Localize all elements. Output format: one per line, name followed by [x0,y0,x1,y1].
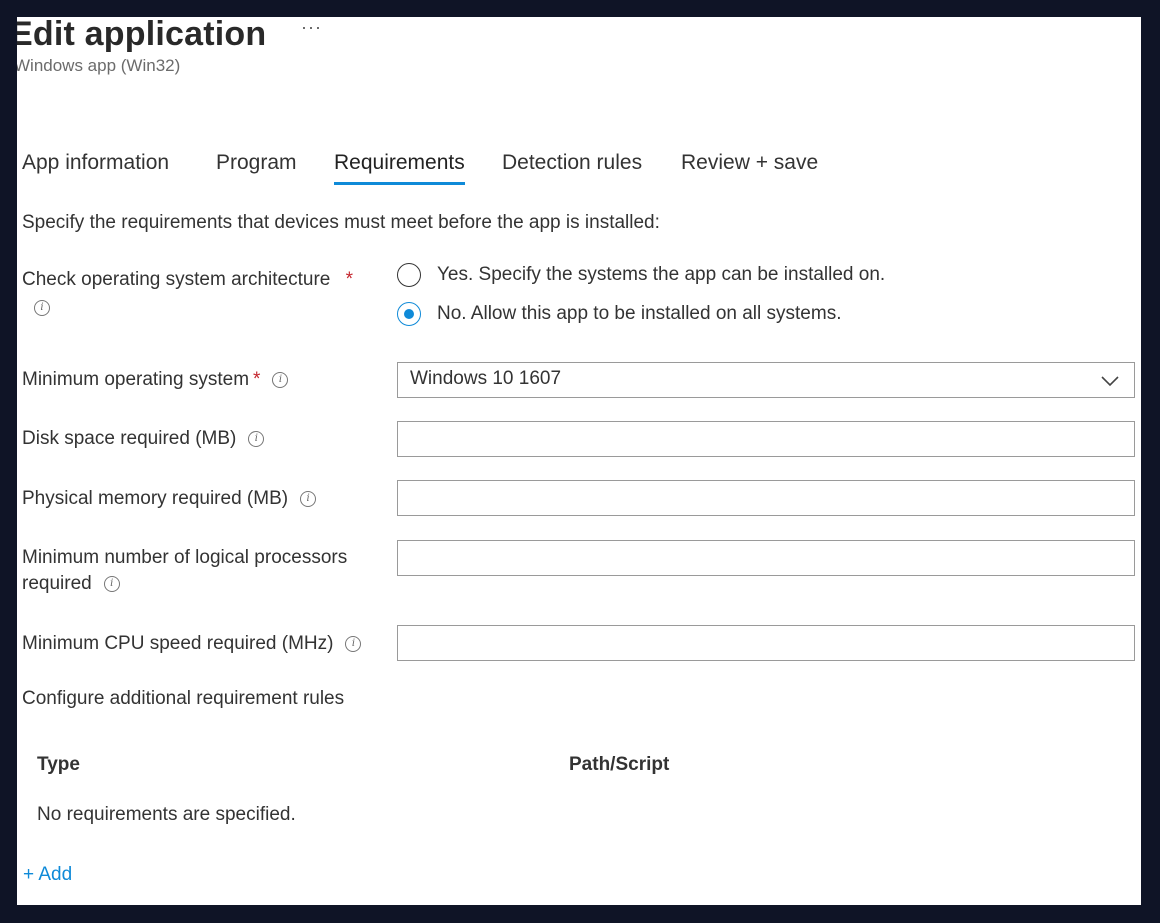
add-requirement-link[interactable]: + Add [23,864,72,886]
more-icon[interactable]: ··· [301,17,322,38]
architecture-option-no[interactable]: No. Allow this app to be installed on al… [397,302,841,326]
disk-space-label: Disk space required (MB) i [22,426,265,452]
radio-button[interactable] [397,263,421,287]
min-os-value: Windows 10 1607 [410,368,562,389]
tab-detection-rules[interactable]: Detection rules [502,151,642,185]
architecture-option-yes-label: Yes. Specify the systems the app can be … [437,264,886,285]
physical-memory-label-text: Physical memory required (MB) [22,488,289,509]
tab-program[interactable]: Program [216,151,297,185]
min-os-dropdown[interactable]: Windows 10 1607 [397,362,1135,398]
min-os-label: Minimum operating system * i [22,367,289,393]
info-icon[interactable]: i [34,299,50,316]
cpu-speed-field[interactable] [397,625,1135,661]
physical-memory-label: Physical memory required (MB) i [22,486,317,512]
tab-bar: App information Program Requirements Det… [22,151,1122,189]
architecture-label: Check operating system architecture * i [22,267,353,321]
column-header-type: Type [37,754,80,775]
page-subtitle: Windows app (Win32) [17,56,181,75]
disk-space-field[interactable] [397,421,1135,457]
required-mark: * [253,369,261,390]
cpu-speed-label: Minimum CPU speed required (MHz) i [22,631,362,657]
architecture-label-text: Check operating system architecture [22,269,331,290]
info-icon[interactable]: i [248,430,265,447]
architecture-option-no-label: No. Allow this app to be installed on al… [437,303,842,324]
info-icon[interactable]: i [103,575,120,592]
tab-requirements[interactable]: Requirements [334,151,465,185]
tab-review-save[interactable]: Review + save [681,151,818,185]
info-icon[interactable]: i [345,635,362,652]
disk-space-label-text: Disk space required (MB) [22,428,237,449]
min-os-label-text: Minimum operating system [22,369,250,390]
logical-processors-label-line1: Minimum number of logical processors [22,547,348,568]
info-icon[interactable]: i [300,490,317,507]
physical-memory-input[interactable] [398,481,1134,515]
physical-memory-field[interactable] [397,480,1135,516]
disk-space-input[interactable] [398,422,1134,456]
required-mark: * [345,269,354,290]
edit-application-panel: Edit application ··· Windows app (Win32)… [17,17,1141,905]
empty-state-text: No requirements are specified. [37,804,296,825]
additional-rules-label: Configure additional requirement rules [22,688,345,709]
cpu-speed-input[interactable] [398,626,1134,660]
cpu-speed-label-text: Minimum CPU speed required (MHz) [22,633,334,654]
column-header-path-script: Path/Script [569,754,670,775]
chevron-down-icon [1101,376,1119,387]
page-title: Edit application [17,17,267,53]
architecture-option-yes[interactable]: Yes. Specify the systems the app can be … [397,263,885,287]
info-icon[interactable]: i [272,371,289,388]
logical-processors-input[interactable] [398,541,1134,575]
tab-app-information[interactable]: App information [22,151,169,185]
radio-button-selected[interactable] [397,302,421,326]
requirements-intro: Specify the requirements that devices mu… [22,212,660,233]
logical-processors-label: Minimum number of logical processors req… [22,545,347,597]
logical-processors-field[interactable] [397,540,1135,576]
logical-processors-label-line2: required [22,573,92,594]
